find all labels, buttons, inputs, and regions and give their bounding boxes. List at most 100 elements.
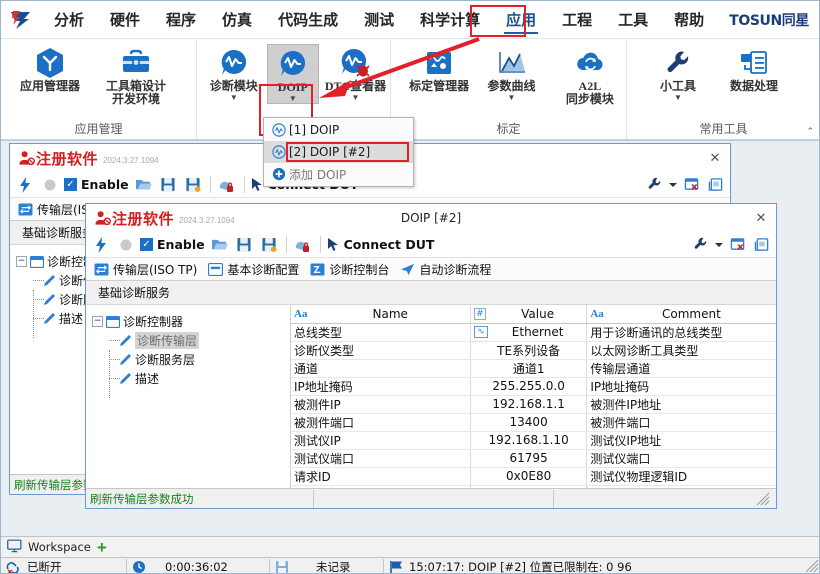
ribbon-tab-2[interactable]: 程序: [153, 5, 209, 35]
chevron-down-icon[interactable]: [668, 175, 678, 195]
table-row[interactable]: 总线类型 ∿ Ethernet 用于诊断通讯的总线类型: [291, 323, 776, 341]
cell-value[interactable]: ∿ Ethernet: [470, 323, 586, 341]
menu-item-add-doip[interactable]: 添加 DOIP: [264, 163, 413, 185]
ribbon-button-diagnostic-module[interactable]: 诊断模块 ▼: [203, 44, 265, 102]
doip-window-front[interactable]: 注册软件 2024.3.27.1094 DOIP [#2] ✕ ✓ Enable: [85, 203, 777, 509]
resize-grip-icon[interactable]: [806, 560, 819, 573]
tab-diag-console-front[interactable]: 诊断控制台: [306, 259, 396, 280]
table-row[interactable]: 测试仪端口 61795 测试仪端口: [291, 449, 776, 467]
save-icon[interactable]: [234, 235, 255, 255]
chevron-down-icon[interactable]: ▼: [352, 94, 360, 102]
table-row[interactable]: 通道 通道1 传输层通道: [291, 359, 776, 377]
ribbon-tab-6[interactable]: 科学计算: [407, 5, 493, 35]
add-workspace-button[interactable]: +: [97, 540, 107, 555]
cell-value[interactable]: 13400: [470, 413, 586, 431]
ribbon-tab-1[interactable]: 硬件: [97, 5, 153, 35]
ribbon-tab-5[interactable]: 测试: [351, 5, 407, 35]
ribbon-tab-9[interactable]: 工具: [605, 5, 661, 35]
cell-value[interactable]: 0x0E80: [470, 467, 586, 485]
settings-wrench-icon[interactable]: [690, 235, 711, 255]
cell-value[interactable]: 192.168.1.1: [470, 395, 586, 413]
table-row[interactable]: 请求ID 0x0E80 测试仪物理逻辑ID: [291, 467, 776, 485]
column-header-name[interactable]: Aa Name: [291, 305, 470, 323]
table-row[interactable]: 被测件端口 13400 被测件端口: [291, 413, 776, 431]
save-as-icon[interactable]: [183, 175, 204, 195]
cell-value[interactable]: 61795: [470, 449, 586, 467]
enable-checkbox-front[interactable]: ✓ Enable: [140, 237, 205, 252]
ribbon-button-parameter-curve[interactable]: 参数曲线 ▼: [479, 44, 543, 102]
ribbon-button-small-tools[interactable]: 小工具 ▼: [645, 44, 711, 102]
open-file-icon[interactable]: [209, 235, 230, 255]
chevron-down-icon[interactable]: ▼: [230, 94, 238, 102]
doip-wave-icon: [278, 47, 308, 81]
table-row[interactable]: 应答ID 0xE400 被测件应答逻辑ID: [291, 485, 776, 488]
status-message-area[interactable]: 15:07:17: DOIP [#2] 位置已限制在: 0 96: [384, 559, 820, 574]
workspace-label[interactable]: Workspace: [28, 540, 91, 554]
column-header-value[interactable]: # Value: [470, 305, 586, 323]
cell-value[interactable]: 255.255.0.0: [470, 377, 586, 395]
cell-value[interactable]: 通道1: [470, 359, 586, 377]
tree-expander-icon[interactable]: −: [92, 316, 103, 327]
diagnostic-tree-front[interactable]: − 诊断控制器 诊断传输层 诊断服务层: [86, 305, 291, 488]
ribbon-collapse-icon[interactable]: ⌃: [806, 126, 814, 137]
ribbon-tab-8[interactable]: 工程: [549, 5, 605, 35]
lightning-icon[interactable]: [90, 235, 111, 255]
ribbon-button-calibration-manager[interactable]: 标定管理器: [403, 44, 475, 93]
tab-basic-diag-config-front[interactable]: 基本诊断配置: [204, 259, 306, 280]
close-icon[interactable]: ✕: [750, 208, 772, 228]
tree-node-description-front[interactable]: 描述: [118, 369, 290, 388]
ribbon-tab-10[interactable]: 帮助: [661, 5, 717, 35]
menu-item-doip-2[interactable]: [2] DOIP [#2]: [264, 141, 413, 163]
table-row[interactable]: 被测件IP 192.168.1.1 被测件IP地址: [291, 395, 776, 413]
tree-node-service-front[interactable]: 诊断服务层: [118, 350, 290, 369]
ribbon-button-toolbox-ide[interactable]: 工具箱设计开发环境: [99, 44, 173, 106]
connect-dut-button-front[interactable]: Connect DUT: [327, 237, 435, 252]
tree-node-transport-front[interactable]: 诊断传输层: [118, 331, 290, 350]
tab-transport-layer-front[interactable]: 传输层(ISO TP): [90, 259, 204, 280]
save-icon[interactable]: [158, 175, 179, 195]
tree-node-root-front[interactable]: − 诊断控制器: [92, 312, 290, 331]
cell-value[interactable]: 0xE400: [470, 485, 586, 488]
flag-icon: [389, 560, 404, 574]
status-connection[interactable]: 已断开: [1, 558, 126, 574]
chevron-down-icon[interactable]: ▼: [674, 94, 682, 102]
close-icon[interactable]: ✕: [704, 148, 726, 168]
tree-expander-icon[interactable]: −: [16, 256, 27, 267]
secure-connection-icon[interactable]: [293, 235, 314, 255]
ribbon-button-doip[interactable]: DOIP ▼: [267, 44, 319, 104]
status-record[interactable]: 未记录: [270, 558, 383, 574]
ribbon-button-dtc-viewer[interactable]: DTC查看器 ▼: [321, 44, 390, 102]
ribbon-button-a2l-sync[interactable]: A2L同步模块: [554, 44, 626, 106]
save-as-icon[interactable]: [259, 235, 280, 255]
ribbon-tab-0[interactable]: 分析: [41, 5, 97, 35]
status-timer[interactable]: 0:00:36:02: [127, 558, 269, 574]
close-window-icon[interactable]: [681, 175, 702, 195]
ribbon-tab-applications[interactable]: 应用: [493, 5, 549, 35]
secure-connection-icon[interactable]: [217, 175, 238, 195]
chevron-down-icon[interactable]: ▼: [508, 94, 516, 102]
open-file-icon[interactable]: [133, 175, 154, 195]
menu-item-doip-1[interactable]: [1] DOIP: [264, 119, 413, 141]
ribbon-tab-3[interactable]: 仿真: [209, 5, 265, 35]
parameter-table-front[interactable]: Aa Name # Value: [291, 305, 776, 488]
close-window-icon[interactable]: [727, 235, 748, 255]
chevron-down-icon[interactable]: [714, 235, 724, 255]
lightning-icon[interactable]: [14, 175, 35, 195]
detach-window-icon[interactable]: [751, 235, 772, 255]
detach-window-icon[interactable]: [705, 175, 726, 195]
chevron-down-icon[interactable]: ▼: [289, 95, 297, 103]
resize-grip-icon[interactable]: [756, 492, 770, 506]
ribbon-tab-4[interactable]: 代码生成: [265, 5, 351, 35]
ribbon-button-data-process[interactable]: 数据处理: [717, 44, 791, 93]
window-title-bar-front[interactable]: 注册软件 2024.3.27.1094 DOIP [#2] ✕: [86, 204, 776, 232]
enable-checkbox[interactable]: ✓ Enable: [64, 177, 129, 192]
tab-auto-diag-flow-front[interactable]: 自动诊断流程: [396, 259, 498, 280]
ribbon-button-app-manager[interactable]: 应用管理器: [13, 44, 87, 93]
table-row[interactable]: 测试仪IP 192.168.1.10 测试仪IP地址: [291, 431, 776, 449]
settings-wrench-icon[interactable]: [644, 175, 665, 195]
column-header-comment[interactable]: Aa Comment: [587, 305, 776, 323]
table-row[interactable]: 诊断仪类型 TE系列设备 以太网诊断工具类型: [291, 341, 776, 359]
table-row[interactable]: IP地址掩码 255.255.0.0 IP地址掩码: [291, 377, 776, 395]
cell-value[interactable]: 192.168.1.10: [470, 431, 586, 449]
cell-value[interactable]: TE系列设备: [470, 341, 586, 359]
